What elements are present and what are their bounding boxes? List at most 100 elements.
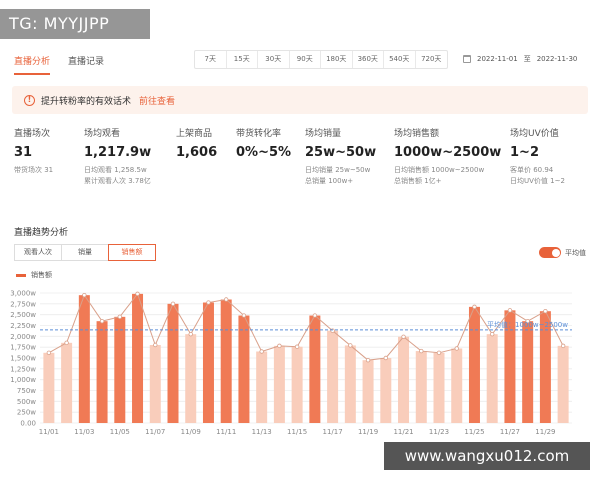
y-tick-label: 750w (17, 387, 36, 395)
data-point (223, 297, 229, 302)
bar (96, 321, 108, 423)
data-point (365, 357, 371, 363)
bar (522, 321, 534, 423)
y-tick-label: 1,500w (10, 355, 36, 363)
bar (344, 345, 356, 423)
x-tick-label: 11/05 (110, 428, 130, 436)
bar (149, 345, 161, 423)
bar (468, 306, 480, 423)
data-point (46, 350, 52, 355)
metric-tab-gmv[interactable]: 销售额 (108, 244, 156, 261)
data-point (543, 309, 548, 314)
bar (238, 315, 250, 423)
data-point (490, 331, 495, 337)
range-90d-button[interactable]: 90天 (290, 51, 321, 68)
y-tick-label: 2,750w (10, 300, 36, 308)
average-toggle-label: 平均值 (565, 248, 586, 257)
stat-sub: 日均销售额 1000w~2500w (394, 166, 485, 174)
stat-label: 场均销量 (305, 129, 342, 139)
bar (256, 351, 268, 423)
calendar-icon (463, 54, 471, 63)
bar (185, 334, 197, 423)
legend-label: 销售额 (31, 271, 52, 279)
x-tick-label: 11/03 (74, 428, 94, 436)
stat-label: 直播场次 (14, 129, 51, 139)
stat-sub: 客单价 60.94 (510, 166, 554, 174)
gmv-trend-chart: 0.00 250w 500w 750w 1,000w 1,250w 1,500w 1,750w… (10, 290, 572, 436)
data-point (170, 301, 176, 307)
bar (114, 316, 126, 423)
metric-tab-views[interactable]: 观看人次 (14, 244, 62, 261)
x-tick-label: 11/11 (216, 428, 236, 436)
y-tick-label: 250w (17, 409, 36, 417)
date-start: 2022-11-01 (477, 54, 518, 63)
data-point (188, 331, 193, 337)
average-toggle[interactable] (539, 247, 561, 258)
bar (327, 330, 339, 423)
range-540d-button[interactable]: 540天 (384, 51, 416, 68)
metric-tab-sales[interactable]: 销量 (61, 244, 109, 261)
y-tick-label: 1,000w (10, 376, 36, 384)
y-tick-label: 3,000w (10, 290, 36, 298)
stat-value: 0%~5% (236, 145, 292, 160)
data-point (117, 314, 122, 320)
metric-tabs: 观看人次 销量 销售额 (14, 244, 156, 261)
stat-gmv: 场均销售额 1000w~2500w 日均销售额 1000w~2500w 总销售额… (394, 126, 501, 187)
tab-live-records[interactable]: 直播记录 (68, 54, 104, 75)
data-point (99, 318, 105, 324)
data-point (312, 313, 318, 318)
bar (486, 334, 498, 423)
stat-value: 1~2 (510, 145, 539, 160)
range-7d-button[interactable]: 7天 (195, 51, 227, 68)
bar (380, 358, 392, 423)
bar (415, 351, 427, 423)
data-point (348, 343, 353, 348)
x-tick-label: 11/21 (393, 428, 413, 436)
range-30d-button[interactable]: 30天 (258, 51, 290, 68)
data-point (436, 350, 442, 355)
data-point (259, 349, 264, 354)
y-tick-label: 1,250w (10, 365, 36, 373)
range-15d-button[interactable]: 15天 (227, 51, 258, 68)
data-point (82, 292, 87, 298)
bar (451, 348, 463, 423)
stat-value: 25w~50w (305, 145, 377, 160)
data-point (419, 348, 424, 354)
stat-sub: 累计观看人次 3.78亿 (84, 177, 151, 185)
stat-sub: 带货场次 31 (14, 166, 54, 174)
x-tick-label: 11/27 (500, 428, 520, 436)
bar (43, 352, 55, 423)
bar (167, 303, 179, 423)
data-point (401, 334, 406, 339)
stat-label: 场均观看 (84, 129, 121, 139)
stat-sales: 场均销量 25w~50w 日均销量 25w~50w 总销量 100w+ (305, 126, 376, 187)
range-180d-button[interactable]: 180天 (321, 51, 353, 68)
stat-sub: 日均观看 1,258.5w (84, 166, 147, 174)
data-point (383, 355, 388, 361)
data-point (454, 346, 459, 351)
stat-sub: 日均销量 25w~50w (305, 166, 371, 174)
stat-sub: 总销售额 1亿+ (394, 177, 442, 185)
stat-sub: 日均UV价值 1~2 (510, 177, 565, 185)
date-range-selector: 7天 15天 30天 90天 180天 360天 540天 720天 (194, 50, 448, 69)
date-picker[interactable]: 2022-11-01 至 2022-11-30 (463, 50, 577, 67)
average-toggle-wrap: 平均值 (539, 247, 586, 258)
x-tick-label: 11/19 (358, 428, 378, 436)
stat-uv: 场均UV价值 1~2 客单价 60.94 日均UV价值 1~2 (510, 126, 565, 187)
tab-live-analysis[interactable]: 直播分析 (14, 54, 51, 75)
bar (202, 302, 214, 423)
data-point (135, 291, 140, 297)
data-point (241, 313, 247, 318)
x-tick-label: 11/07 (145, 428, 165, 436)
bar (132, 293, 144, 423)
x-tick-label: 11/09 (181, 428, 201, 436)
toggle-knob (551, 248, 560, 257)
tip-link[interactable]: 前往查看 (139, 94, 175, 107)
stat-value: 1,606 (176, 145, 218, 160)
range-360d-button[interactable]: 360天 (353, 51, 384, 68)
tip-banner: ! 提升转粉率的有效话术 前往查看 (12, 86, 588, 114)
bar (433, 352, 445, 423)
range-720d-button[interactable]: 720天 (416, 51, 448, 68)
data-point (153, 342, 158, 348)
bar (291, 346, 303, 423)
